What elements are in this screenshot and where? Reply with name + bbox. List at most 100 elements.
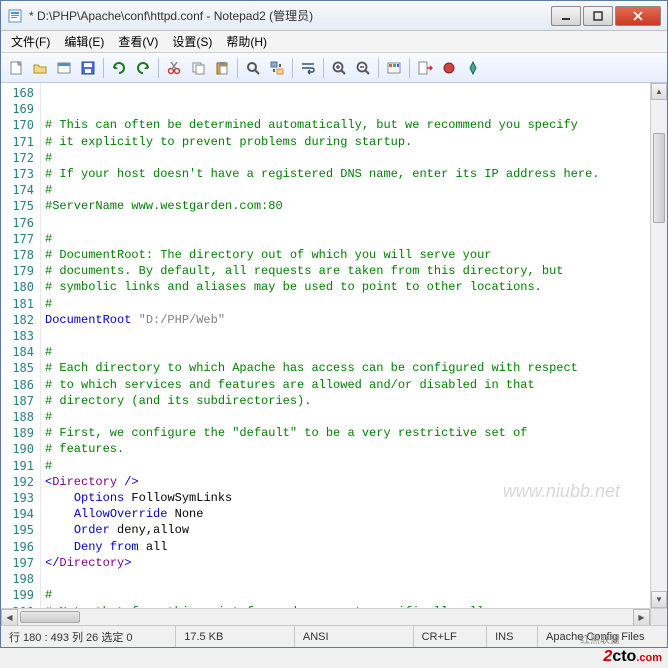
cut-button[interactable] [163, 57, 185, 79]
menubar: 文件(F) 编辑(E) 查看(V) 设置(S) 帮助(H) [1, 31, 667, 53]
code-line[interactable]: # [45, 344, 646, 360]
code-line[interactable]: # If your host doesn't have a registered… [45, 166, 646, 182]
code-line[interactable]: AllowOverride None [45, 506, 646, 522]
code-line[interactable]: </Directory> [45, 555, 646, 571]
code-line[interactable]: Deny from all [45, 539, 646, 555]
status-eol: CR+LF [414, 626, 488, 647]
copy-button[interactable] [187, 57, 209, 79]
exit-icon [417, 60, 433, 76]
close-button[interactable] [615, 6, 661, 26]
unknown1-button[interactable] [438, 57, 460, 79]
footer-subtitle: 红黑联盟 [580, 631, 620, 646]
toolbar-separator [103, 58, 104, 78]
code-line[interactable]: # to which services and features are all… [45, 377, 646, 393]
zoom-out-button[interactable] [352, 57, 374, 79]
unknown2-icon [465, 60, 481, 76]
zoom-in-button[interactable] [328, 57, 350, 79]
line-gutter: 1681691701711721731741751761771781791801… [1, 83, 41, 608]
editor: 1681691701711721731741751761771781791801… [1, 83, 667, 608]
code-line[interactable]: # [45, 409, 646, 425]
code-line[interactable]: # documents. By default, all requests ar… [45, 263, 646, 279]
code-line[interactable]: # [45, 587, 646, 603]
statusbar: 行 180 : 493 列 26 选定 0 17.5 KB ANSI CR+LF… [1, 625, 667, 647]
explorer-button[interactable] [53, 57, 75, 79]
save-button[interactable] [77, 57, 99, 79]
code-line[interactable]: # [45, 150, 646, 166]
code-line[interactable]: # [45, 182, 646, 198]
toolbar-separator [292, 58, 293, 78]
scroll-corner [650, 609, 667, 625]
scroll-right-button[interactable]: ▶ [633, 609, 650, 626]
code-line[interactable]: Order deny,allow [45, 522, 646, 538]
menu-view[interactable]: 查看(V) [112, 31, 164, 52]
menu-settings[interactable]: 设置(S) [166, 31, 218, 52]
toolbar-separator [323, 58, 324, 78]
code-line[interactable]: <Directory /> [45, 474, 646, 490]
toolbar-separator [237, 58, 238, 78]
unknown1-icon [441, 60, 457, 76]
scroll-left-button[interactable]: ◀ [1, 609, 18, 626]
titlebar[interactable]: * D:\PHP\Apache\conf\httpd.conf - Notepa… [1, 1, 667, 31]
toolbar-separator [158, 58, 159, 78]
exit-button[interactable] [414, 57, 436, 79]
scroll-down-button[interactable]: ▼ [651, 591, 667, 608]
cut-icon [166, 60, 182, 76]
menu-file[interactable]: 文件(F) [5, 31, 56, 52]
open-file-icon [32, 60, 48, 76]
code-line[interactable]: DocumentRoot "D:/PHP/Web" [45, 312, 646, 328]
code-line[interactable]: # features. [45, 441, 646, 457]
status-filesize: 17.5 KB [176, 626, 295, 647]
scroll-up-button[interactable]: ▲ [651, 83, 667, 100]
code-line[interactable]: # it explicitly to prevent problems duri… [45, 134, 646, 150]
code-line[interactable]: # [45, 458, 646, 474]
redo-icon [135, 60, 151, 76]
toolbar-separator [378, 58, 379, 78]
undo-button[interactable] [108, 57, 130, 79]
zoom-out-icon [355, 60, 371, 76]
toolbar-separator [409, 58, 410, 78]
minimize-button[interactable] [551, 6, 581, 26]
code-line[interactable]: # symbolic links and aliases may be used… [45, 279, 646, 295]
unknown2-button[interactable] [462, 57, 484, 79]
code-line[interactable]: # [45, 296, 646, 312]
undo-icon [111, 60, 127, 76]
menu-help[interactable]: 帮助(H) [220, 31, 273, 52]
maximize-button[interactable] [583, 6, 613, 26]
save-icon [80, 60, 96, 76]
code-line[interactable]: Options FollowSymLinks [45, 490, 646, 506]
find-icon [245, 60, 261, 76]
status-insert: INS [487, 626, 538, 647]
code-line[interactable] [45, 328, 646, 344]
vertical-scrollbar[interactable]: ▲ ▼ [650, 83, 667, 608]
code-line[interactable] [45, 571, 646, 587]
scheme-button[interactable] [383, 57, 405, 79]
paste-button[interactable] [211, 57, 233, 79]
code-area[interactable]: # This can often be determined automatic… [41, 83, 650, 608]
code-line[interactable]: #ServerName www.westgarden.com:80 [45, 198, 646, 214]
code-line[interactable]: # [45, 231, 646, 247]
hscroll-thumb[interactable] [20, 611, 80, 623]
redo-button[interactable] [132, 57, 154, 79]
explorer-icon [56, 60, 72, 76]
code-line[interactable]: # directory (and its subdirectories). [45, 393, 646, 409]
code-line[interactable]: # Each directory to which Apache has acc… [45, 360, 646, 376]
scheme-icon [386, 60, 402, 76]
replace-button[interactable] [266, 57, 288, 79]
wordwrap-button[interactable] [297, 57, 319, 79]
horizontal-scrollbar[interactable]: ◀ ▶ [1, 608, 667, 625]
status-encoding: ANSI [295, 626, 414, 647]
code-line[interactable]: # This can often be determined automatic… [45, 117, 646, 133]
scroll-thumb[interactable] [653, 133, 665, 223]
code-line[interactable]: # First, we configure the "default" to b… [45, 425, 646, 441]
new-file-icon [8, 60, 24, 76]
code-line[interactable]: # DocumentRoot: The directory out of whi… [45, 247, 646, 263]
app-icon [7, 8, 23, 24]
menu-edit[interactable]: 编辑(E) [58, 31, 110, 52]
open-file-button[interactable] [29, 57, 51, 79]
code-line[interactable] [45, 215, 646, 231]
new-file-button[interactable] [5, 57, 27, 79]
find-button[interactable] [242, 57, 264, 79]
status-position: 行 180 : 493 列 26 选定 0 [1, 626, 176, 647]
code-line[interactable]: # Note that from this point forward you … [45, 604, 646, 609]
toolbar [1, 53, 667, 83]
